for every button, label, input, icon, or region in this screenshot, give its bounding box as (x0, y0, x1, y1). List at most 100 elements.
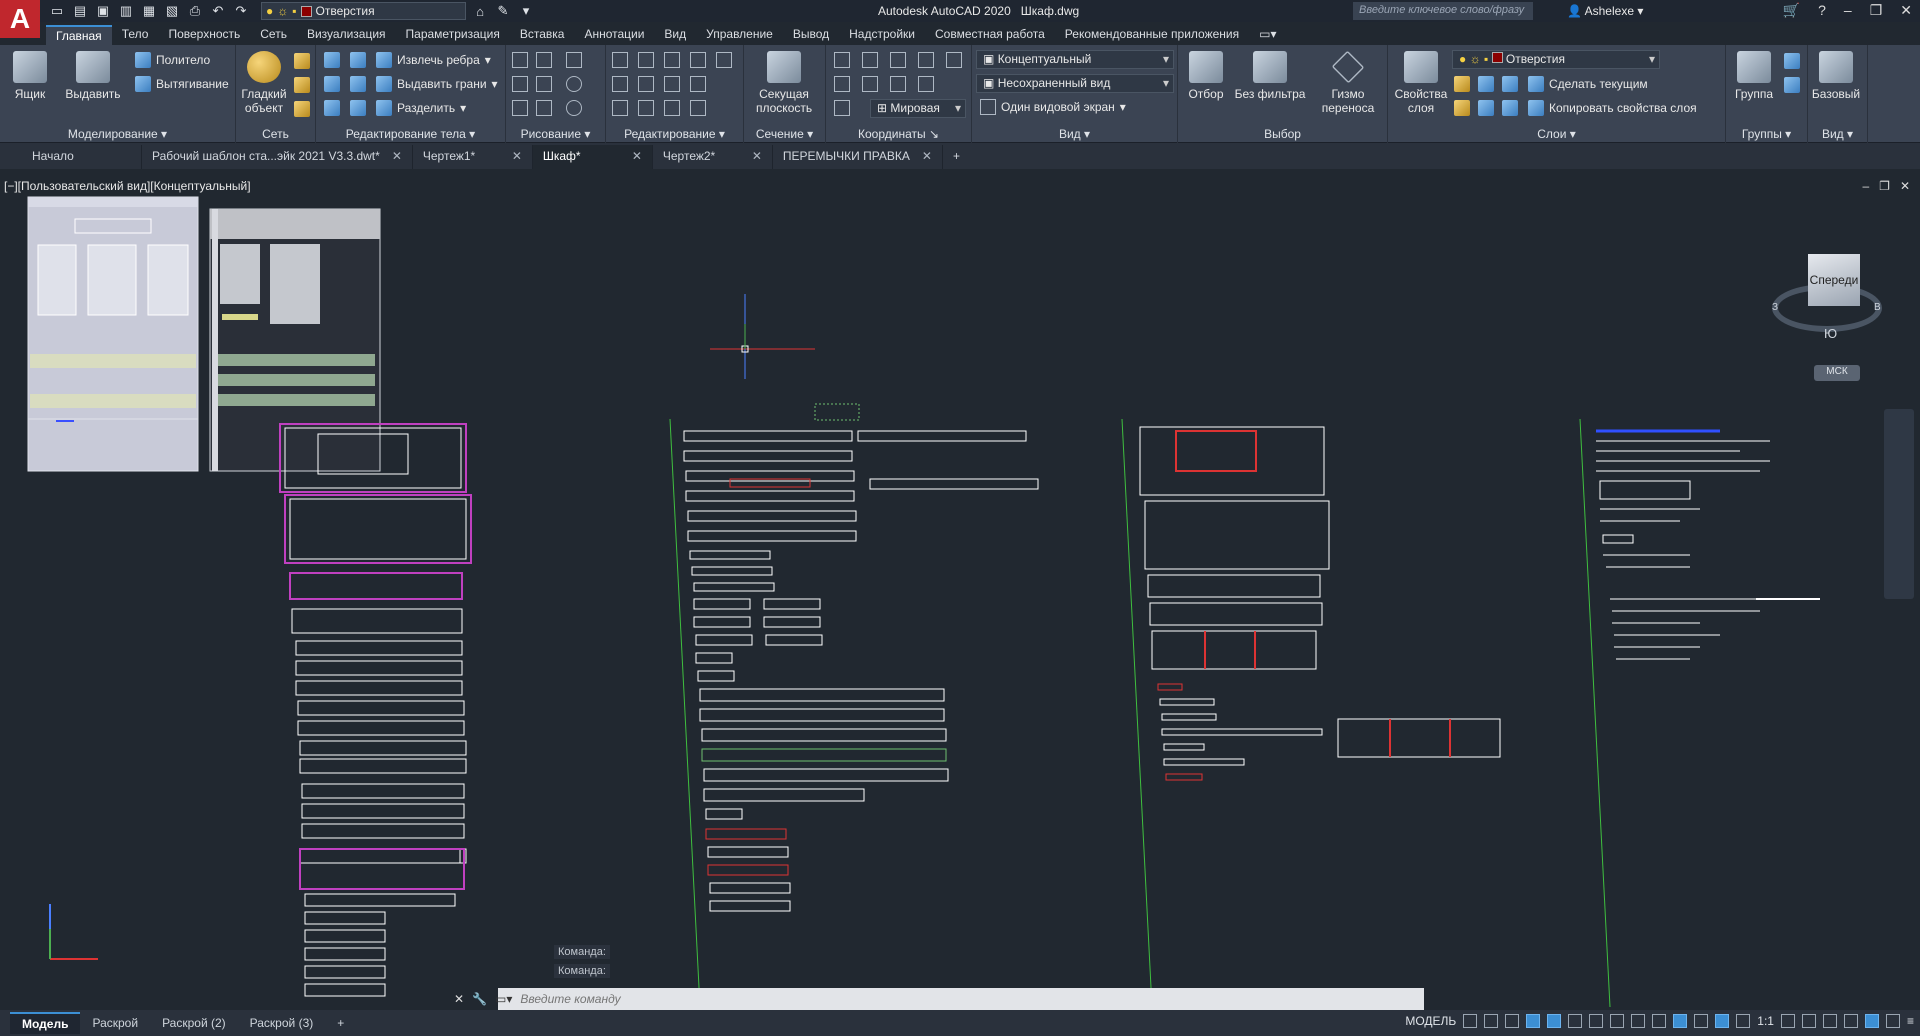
extract-edges-button[interactable]: Извлечь ребра ▾ (376, 52, 491, 68)
panel-title-solid-editing[interactable]: Редактирование тела ▾ (316, 127, 505, 141)
qat-layer-dropdown[interactable]: ● ☼ ▪ Отверстия (261, 2, 466, 20)
culling-button[interactable]: Отбор (1178, 51, 1234, 101)
layer-unisolate-icon[interactable] (1478, 100, 1494, 116)
extrude-faces-button[interactable]: Выдавить грани ▾ (376, 76, 498, 92)
3d-move-icon[interactable] (664, 52, 680, 68)
layer-dropdown[interactable]: ● ☼ ▪ Отверстия (1452, 50, 1660, 69)
compass-south[interactable]: Ю (1824, 326, 1837, 341)
layout-tab-3[interactable]: Раскрой (3) (238, 1013, 326, 1033)
mesh-tool-icon[interactable] (294, 53, 310, 69)
panel-title-coordinates[interactable]: Координаты ↘ (826, 127, 971, 141)
model-space-button[interactable]: МОДЕЛЬ (1405, 1014, 1456, 1028)
visual-style-dropdown[interactable]: ▣ Концептуальный (976, 50, 1174, 69)
plot-icon[interactable]: ⎙ (186, 2, 204, 20)
mirror-icon[interactable] (612, 100, 628, 116)
ucs-origin-icon[interactable] (862, 52, 878, 68)
box-button[interactable]: Ящик (2, 51, 58, 101)
tab-annotate[interactable]: Аннотации (574, 25, 654, 45)
offset-icon[interactable] (690, 100, 706, 116)
tab-surface[interactable]: Поверхность (158, 25, 250, 45)
presspull-button[interactable]: Вытягивание (135, 76, 229, 92)
new-tab-button[interactable]: + (943, 145, 973, 169)
redo-icon[interactable]: ↷ (232, 2, 250, 20)
ucs-y-icon[interactable] (862, 76, 878, 92)
mesh-crease-icon[interactable] (294, 101, 310, 117)
brush-icon[interactable]: ✎ (494, 2, 512, 20)
section-plane-button[interactable]: Секущая плоскость (756, 51, 812, 115)
align-icon[interactable] (638, 100, 654, 116)
doc-tab-start[interactable]: Начало (22, 145, 142, 169)
smooth-object-button[interactable]: Гладкий объект (236, 51, 292, 115)
ellipse-icon[interactable] (566, 100, 582, 116)
panel-title-layers[interactable]: Слои ▾ (1388, 127, 1725, 141)
tab-collaborate[interactable]: Совместная работа (925, 25, 1055, 45)
restore-icon[interactable]: ❐ (1870, 2, 1883, 19)
line-icon[interactable] (512, 52, 528, 68)
doc-tab-drawing1[interactable]: Чертеж1* ✕ (413, 145, 533, 169)
polar-tracking-icon[interactable] (1568, 1014, 1583, 1028)
match-layer-button[interactable]: Копировать свойства слоя (1528, 100, 1697, 116)
object-snap-tracking-icon[interactable] (1610, 1014, 1625, 1028)
annotation-visibility-icon[interactable] (1736, 1014, 1751, 1028)
xline-icon[interactable] (536, 76, 552, 92)
match-properties-icon[interactable]: ⌂ (471, 2, 489, 20)
arc-icon[interactable] (566, 52, 582, 68)
tab-visualize[interactable]: Визуализация (297, 25, 396, 45)
autocad-logo[interactable]: A (0, 0, 40, 38)
3d-osnap-icon[interactable] (1715, 1014, 1730, 1028)
viewcube[interactable]: Спереди З В Ю (1772, 244, 1882, 354)
navigation-bar[interactable] (1884, 409, 1914, 599)
close-tab-icon[interactable]: ✕ (512, 149, 522, 165)
open-icon[interactable]: ▤ (71, 2, 89, 20)
infer-constraints-icon[interactable] (1505, 1014, 1520, 1028)
new-icon[interactable]: ▭ (48, 2, 66, 20)
command-input[interactable] (520, 992, 1121, 1006)
panel-title-modeling[interactable]: Моделирование ▾ (0, 127, 235, 141)
rotate-icon[interactable] (638, 76, 654, 92)
scissors-icon[interactable] (690, 52, 706, 68)
ungroup-icon[interactable] (1784, 53, 1800, 69)
clean-screen-icon[interactable] (1885, 1014, 1900, 1028)
customize-qat-icon[interactable]: ▾ (517, 2, 535, 20)
group-button[interactable]: Группа (1726, 51, 1782, 101)
tab-solid[interactable]: Тело (112, 25, 159, 45)
copy-icon[interactable] (612, 76, 628, 92)
command-line[interactable]: ✕ 🔧 ▭▾ (454, 988, 1424, 1010)
named-view-dropdown[interactable]: ▣ Несохраненный вид (976, 74, 1174, 93)
add-layout-button[interactable]: + (325, 1013, 356, 1033)
tab-mesh[interactable]: Сеть (250, 25, 297, 45)
layer-on-icon[interactable] (1454, 100, 1470, 116)
tab-home[interactable]: Главная (46, 25, 112, 45)
layout-tab-1[interactable]: Раскрой (80, 1013, 150, 1033)
intersect-icon[interactable] (324, 100, 340, 116)
compass-west[interactable]: З (1772, 302, 1778, 313)
thicken-icon[interactable] (350, 100, 366, 116)
ucs-3point-icon[interactable] (890, 52, 906, 68)
isolate-objects-icon[interactable] (1843, 1014, 1858, 1028)
rotate-3d-icon[interactable] (638, 52, 654, 68)
no-filter-button[interactable]: Без фильтра (1230, 51, 1310, 101)
ucs-view-icon[interactable] (946, 52, 962, 68)
undo-icon[interactable]: ↶ (209, 2, 227, 20)
polyline-icon[interactable] (536, 52, 552, 68)
separate-button[interactable]: Разделить ▾ (376, 100, 466, 116)
lineweight-icon[interactable] (1652, 1014, 1667, 1028)
polygon-icon[interactable] (512, 100, 528, 116)
layer-thaw-icon[interactable] (1502, 100, 1518, 116)
extrude-button[interactable]: Выдавить (65, 51, 121, 101)
panel-title-section[interactable]: Сечение ▾ (744, 127, 825, 141)
layer-isolate-icon[interactable] (1478, 76, 1494, 92)
help-icon[interactable]: ? (1818, 2, 1826, 19)
cart-icon[interactable]: 🛒 (1783, 2, 1800, 19)
subtract-icon[interactable] (324, 76, 340, 92)
move-icon[interactable] (612, 52, 628, 68)
search-input[interactable]: Введите ключевое слово/фразу (1353, 2, 1533, 20)
compass-east[interactable]: В (1874, 302, 1881, 313)
tab-output[interactable]: Вывод (783, 25, 839, 45)
save-icon[interactable]: ▣ (94, 2, 112, 20)
tab-insert[interactable]: Вставка (510, 25, 575, 45)
fillet-icon[interactable] (690, 76, 706, 92)
annotation-monitor-icon[interactable] (1801, 1014, 1816, 1028)
annotation-scale[interactable]: 1:1 (1757, 1014, 1774, 1028)
layout-tab-model[interactable]: Модель (10, 1012, 81, 1034)
